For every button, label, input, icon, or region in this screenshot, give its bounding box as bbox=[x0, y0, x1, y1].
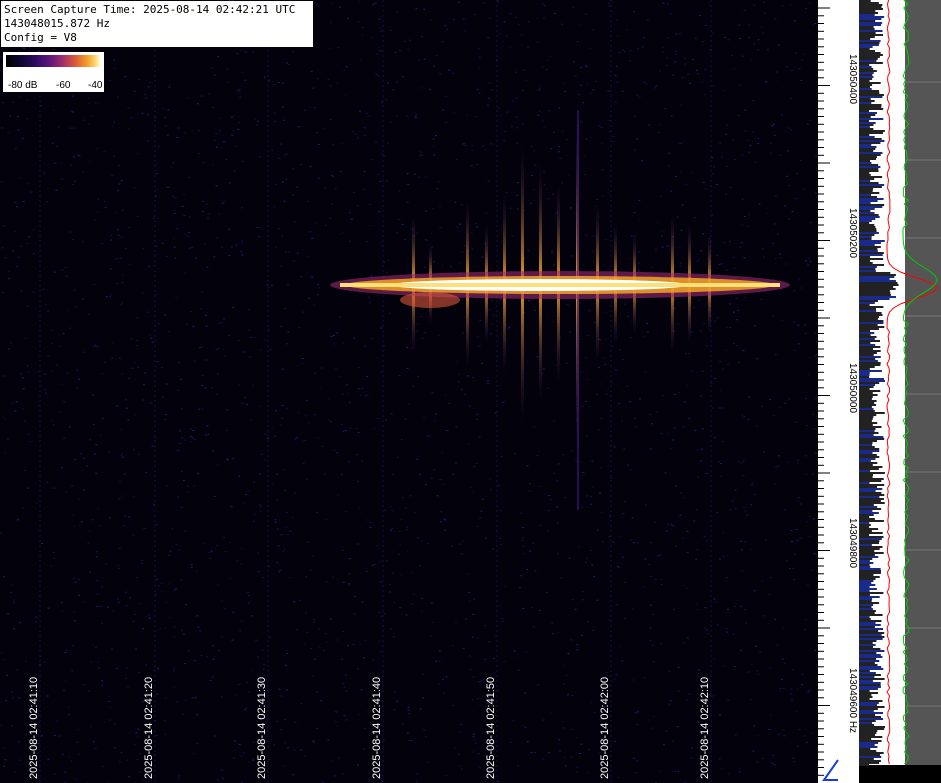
time-label: 2025-08-14 02:41:50 bbox=[485, 676, 497, 779]
waterfall-canvas bbox=[0, 0, 817, 783]
time-label: 2025-08-14 02:41:40 bbox=[371, 676, 383, 779]
freq-label: 143050200 bbox=[847, 208, 858, 259]
freq-label: 143050400 bbox=[847, 54, 858, 105]
center-frequency: 143048015.872 Hz bbox=[4, 17, 110, 30]
color-scale-bar bbox=[6, 55, 101, 67]
freq-label: 143049800 bbox=[847, 518, 858, 569]
config-label: Config = V8 bbox=[4, 31, 77, 44]
spectrum-panel bbox=[859, 0, 941, 783]
freq-label: 143050000 bbox=[847, 363, 858, 414]
time-label: 2025-08-14 02:42:10 bbox=[699, 676, 711, 779]
capture-info-box: Screen Capture Time: 2025-08-14 02:42:21… bbox=[1, 1, 313, 47]
time-label: 2025-08-14 02:42:00 bbox=[599, 676, 611, 779]
scale-label-max: -40 bbox=[88, 80, 103, 91]
waterfall-display[interactable]: Screen Capture Time: 2025-08-14 02:42:21… bbox=[0, 0, 817, 783]
blue-corner-marker bbox=[822, 759, 839, 781]
scale-label-min: -80 dB bbox=[8, 80, 38, 91]
time-label: 2025-08-14 02:41:10 bbox=[28, 676, 40, 779]
time-label: 2025-08-14 02:41:20 bbox=[143, 676, 155, 779]
time-label: 2025-08-14 02:41:30 bbox=[256, 676, 268, 779]
scale-label-mid: -60 bbox=[56, 80, 71, 91]
frequency-axis: 143050400 143050200 143050000 143049800 … bbox=[817, 0, 859, 783]
freq-label: 143049600 Hz bbox=[847, 668, 858, 734]
spectrum-canvas bbox=[859, 0, 941, 783]
color-scale-legend: -80 dB -60 -40 bbox=[3, 52, 104, 92]
capture-time: Screen Capture Time: 2025-08-14 02:42:21… bbox=[4, 3, 296, 16]
